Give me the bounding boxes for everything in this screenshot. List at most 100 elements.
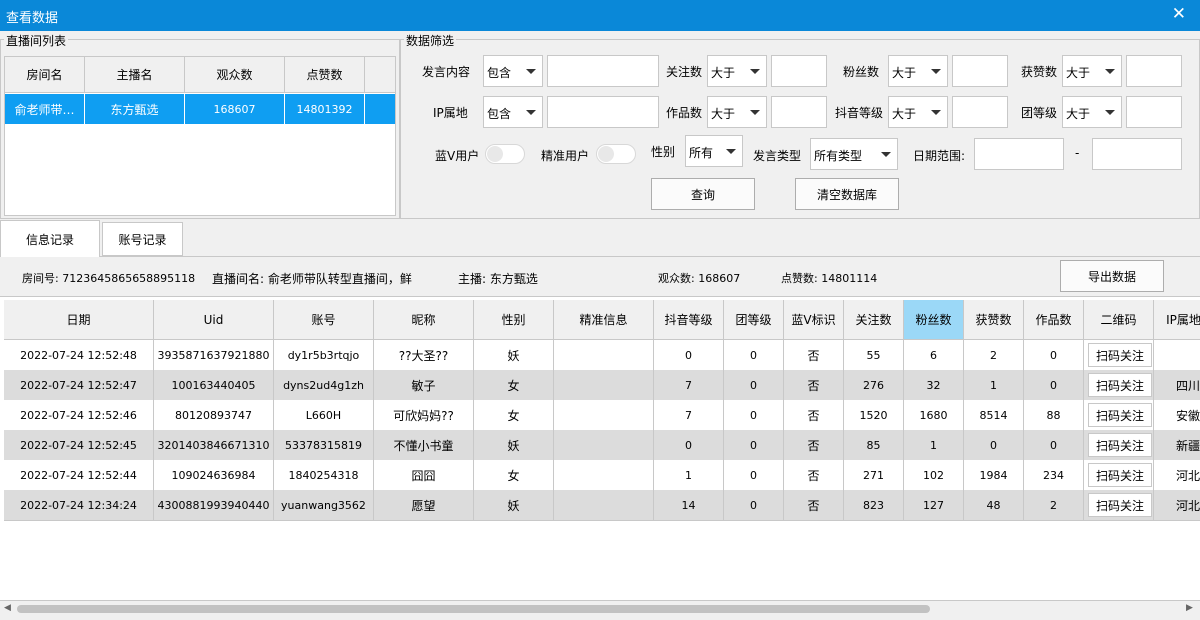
gender-cell: 女 [474, 370, 554, 400]
follow-input[interactable] [771, 55, 827, 87]
export-data-button[interactable]: 导出数据 [1060, 260, 1164, 292]
account-cell: L660H [274, 400, 374, 430]
works-input[interactable] [771, 96, 827, 128]
follow-op-value: 大于 [711, 66, 736, 80]
ip-location-cell: 河北 [1154, 460, 1200, 490]
scroll-right-icon[interactable]: ▶ [1186, 603, 1193, 613]
douyin-level-cell: 0 [654, 340, 724, 370]
uid-cell: 4300881993940440 [154, 490, 274, 520]
date-start-input[interactable] [974, 138, 1064, 170]
douyin-level-op-select[interactable]: 大于 [888, 96, 948, 128]
works-count-cell: 234 [1024, 460, 1084, 490]
group-level-cell: 0 [724, 490, 784, 520]
chevron-down-icon [526, 110, 536, 115]
works-count-cell: 88 [1024, 400, 1084, 430]
date-cell: 2022-07-24 12:52:47 [4, 370, 154, 400]
works-count-cell: 2 [1024, 490, 1084, 520]
content-input[interactable] [547, 55, 659, 87]
likes-op-select[interactable]: 大于 [1062, 55, 1122, 87]
fans-label: 粉丝数 [843, 65, 880, 79]
precise-toggle[interactable] [596, 144, 636, 164]
room-row-selected[interactable]: 俞老师带… 东方甄选 168607 14801392 [5, 94, 395, 124]
douyin-level-op-value: 大于 [892, 107, 917, 121]
date-end-input[interactable] [1092, 138, 1182, 170]
tab-strip-line [0, 256, 1200, 257]
group-level-op-select[interactable]: 大于 [1062, 96, 1122, 128]
group-level-op-value: 大于 [1066, 107, 1091, 121]
col-room-name[interactable]: 房间名 [5, 57, 85, 92]
col-bluev-flag[interactable]: 蓝V标识 [784, 300, 844, 339]
works-op-select[interactable]: 大于 [707, 96, 767, 128]
col-ip-location[interactable]: IP属地 [1154, 300, 1200, 339]
table-row[interactable]: 2022-07-24 12:52:47 100163440405 dyns2ud4g… [4, 370, 1200, 401]
scroll-left-icon[interactable]: ◀ [4, 603, 11, 613]
scan-follow-button[interactable]: 扫码关注 [1088, 493, 1152, 517]
col-viewers[interactable]: 观众数 [185, 57, 285, 92]
gender-cell: 妖 [474, 340, 554, 370]
likes-input[interactable] [1126, 55, 1182, 87]
col-anchor-name[interactable]: 主播名 [85, 57, 185, 92]
account-cell: yuanwang3562 [274, 490, 374, 520]
group-level-cell: 0 [724, 400, 784, 430]
col-date[interactable]: 日期 [4, 300, 154, 339]
table-row[interactable]: 2022-07-24 12:52:45 3201403846671310 53378… [4, 430, 1200, 461]
content-op-value: 包含 [487, 66, 512, 80]
col-fans-count[interactable]: 粉丝数 [904, 300, 964, 339]
tab-account-records[interactable]: 账号记录 [102, 222, 183, 256]
col-precise-info[interactable]: 精准信息 [554, 300, 654, 339]
clear-database-button[interactable]: 清空数据库 [795, 178, 899, 210]
table-row[interactable]: 2022-07-24 12:34:24 4300881993940440 yuanw… [4, 490, 1200, 521]
scan-follow-button[interactable]: 扫码关注 [1088, 343, 1152, 367]
douyin-level-input[interactable] [952, 96, 1008, 128]
query-button[interactable]: 查询 [651, 178, 755, 210]
col-group-level[interactable]: 团等级 [724, 300, 784, 339]
scan-follow-button[interactable]: 扫码关注 [1088, 463, 1152, 487]
col-nickname[interactable]: 昵称 [374, 300, 474, 339]
scan-follow-button[interactable]: 扫码关注 [1088, 403, 1152, 427]
table-row[interactable]: 2022-07-24 12:52:44 109024636984 184025431… [4, 460, 1200, 491]
msgtype-select[interactable]: 所有类型 [810, 138, 898, 170]
col-follow-count[interactable]: 关注数 [844, 300, 904, 339]
fans-count-cell: 32 [904, 370, 964, 400]
col-works-count[interactable]: 作品数 [1024, 300, 1084, 339]
room-name-info: 直播间名: 俞老师带队转型直播间，鲜 [212, 272, 412, 286]
room-number: 房间号: 7123645865658895118 [22, 272, 196, 285]
scan-follow-button[interactable]: 扫码关注 [1088, 433, 1152, 457]
scrollbar-thumb[interactable] [17, 605, 930, 613]
col-qr-code[interactable]: 二维码 [1084, 300, 1154, 339]
table-row[interactable]: 2022-07-24 12:52:46 80120893747 L660H 可欣妈妈?… [4, 400, 1200, 431]
msgtype-label: 发言类型 [753, 149, 802, 163]
nickname-cell: 敏子 [374, 370, 474, 400]
tab-info-records[interactable]: 信息记录 [0, 220, 100, 257]
col-uid[interactable]: Uid [154, 300, 274, 339]
table-row[interactable]: 2022-07-24 12:52:48 3935871637921880 dy1r5… [4, 340, 1200, 371]
qr-code-cell: 扫码关注 [1084, 400, 1154, 430]
follow-op-select[interactable]: 大于 [707, 55, 767, 87]
bluev-toggle[interactable] [485, 144, 525, 164]
scan-follow-button[interactable]: 扫码关注 [1088, 373, 1152, 397]
gender-select[interactable]: 所有 [685, 135, 743, 167]
close-icon[interactable]: ✕ [1172, 4, 1186, 24]
follow-count-cell: 55 [844, 340, 904, 370]
likes-info: 点赞数: 14801114 [781, 272, 878, 285]
toggle-knob [598, 146, 614, 162]
col-likes[interactable]: 点赞数 [285, 57, 365, 92]
ip-location-cell: 安徽 [1154, 400, 1200, 430]
group-level-input[interactable] [1126, 96, 1182, 128]
ip-location-cell [1154, 340, 1200, 370]
fans-op-select[interactable]: 大于 [888, 55, 948, 87]
horizontal-scrollbar[interactable]: ◀ ▶ [0, 601, 1200, 618]
col-gender[interactable]: 性别 [474, 300, 554, 339]
follow-count-cell: 271 [844, 460, 904, 490]
fans-input[interactable] [952, 55, 1008, 87]
ip-input[interactable] [547, 96, 659, 128]
qr-code-cell: 扫码关注 [1084, 460, 1154, 490]
col-likes-count[interactable]: 获赞数 [964, 300, 1024, 339]
col-account[interactable]: 账号 [274, 300, 374, 339]
chevron-down-icon [1105, 110, 1115, 115]
col-douyin-level[interactable]: 抖音等级 [654, 300, 724, 339]
gender-cell: 女 [474, 460, 554, 490]
room-list-table: 房间名 主播名 观众数 点赞数 俞老师带… 东方甄选 168607 148013… [4, 56, 396, 216]
content-op-select[interactable]: 包含 [483, 55, 543, 87]
ip-op-select[interactable]: 包含 [483, 96, 543, 128]
